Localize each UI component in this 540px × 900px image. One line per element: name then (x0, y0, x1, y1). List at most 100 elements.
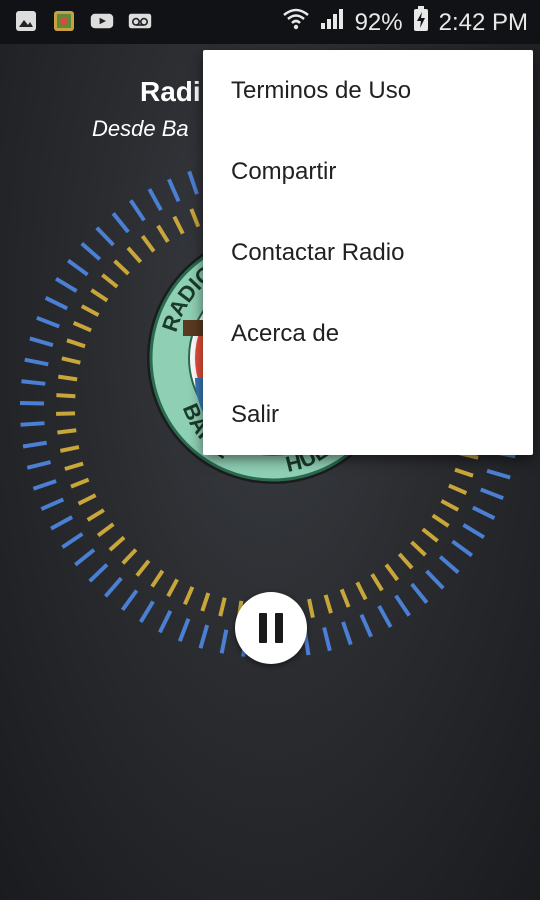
visualizer-bar (323, 594, 333, 614)
visualizer-bar (88, 563, 109, 583)
visualizer-bar (359, 613, 373, 638)
visualizer-bar (70, 477, 90, 489)
visualizer-bar (61, 356, 81, 365)
visualizer-bar (40, 497, 65, 511)
station-subtitle: Desde Ba (92, 116, 189, 141)
visualizer-bar (66, 338, 86, 349)
visualizer-bar (59, 445, 80, 453)
visualizer-bar (341, 621, 353, 646)
visualizer-bar (80, 304, 100, 317)
visualizer-bar (410, 582, 429, 604)
menu-item-terminos[interactable]: Terminos de Uso (203, 50, 533, 131)
visualizer-bar (166, 578, 179, 598)
visualizer-bar (448, 483, 468, 495)
visualizer-bar (103, 576, 123, 598)
visualizer-bar (121, 548, 138, 565)
visualizer-bar (187, 170, 199, 195)
visualizer-bar (120, 589, 139, 612)
visualizer-bar (200, 592, 211, 612)
menu-item-salir[interactable]: Salir (203, 374, 533, 455)
visualizer-bar (22, 440, 48, 449)
visualizer-bar (24, 357, 49, 367)
visualizer-bar (219, 629, 229, 654)
visualizer-bar (32, 479, 57, 491)
visualizer-bar (20, 421, 45, 427)
visualizer-bar (150, 569, 165, 588)
visualizer-bar (167, 178, 181, 203)
visualizer-bar (158, 609, 173, 634)
visualizer-bar (425, 569, 445, 590)
visualizer-bar (108, 535, 126, 552)
youtube-icon (90, 9, 114, 33)
signal-icon (319, 7, 345, 38)
pause-icon-bar (275, 613, 283, 643)
visualizer-bar (74, 548, 96, 567)
notification-icons (14, 9, 152, 33)
visualizer-bar (96, 522, 115, 538)
visualizer-bar (486, 468, 511, 480)
status-bar: 92% 2:42 PM (0, 0, 540, 44)
visualizer-bar (462, 523, 485, 540)
visualizer-bar (66, 258, 89, 277)
visualizer-bar (77, 493, 97, 506)
visualizer-bar (55, 276, 78, 293)
menu-item-compartir[interactable]: Compartir (203, 131, 533, 212)
visualizer-bar (44, 296, 69, 311)
battery-charging-icon (413, 6, 429, 39)
menu-item-acerca[interactable]: Acerca de (203, 293, 533, 374)
visualizer-bar (72, 321, 92, 333)
visualizer-bar (177, 618, 191, 642)
system-status: 92% 2:42 PM (282, 6, 528, 39)
visualizer-bar (138, 600, 155, 623)
visualizer-bar (129, 199, 146, 222)
battery-percent: 92% (354, 8, 403, 36)
visualizer-bar (90, 288, 109, 303)
wifi-icon (282, 7, 309, 38)
visualizer-bar (339, 588, 351, 608)
visualizer-bar (397, 552, 414, 570)
visualizer-bar (183, 586, 195, 606)
visualizer-bar (438, 555, 460, 575)
visualizer-bar (451, 539, 474, 558)
menu-item-contactar[interactable]: Contactar Radio (203, 212, 533, 293)
photo-app-icon (52, 9, 76, 33)
visualizer-bar (471, 505, 496, 520)
menu-item-label: Salir (231, 400, 280, 428)
visualizer-bar (370, 573, 384, 592)
visualizer-bar (198, 624, 210, 649)
visualizer-bar (454, 467, 474, 478)
visualizer-bar (189, 208, 201, 228)
visualizer-bar (61, 532, 84, 549)
menu-item-label: Contactar Radio (231, 238, 405, 266)
visualizer-bar (111, 212, 130, 234)
menu-item-label: Terminos de Uso (231, 76, 412, 104)
pause-button[interactable] (235, 592, 307, 664)
visualizer-bar (58, 374, 78, 382)
visualizer-bar (135, 559, 151, 577)
visualizer-bar (113, 259, 130, 276)
visualizer-bar (322, 626, 332, 652)
visualizer-bar (218, 597, 227, 617)
visualizer-bar (431, 513, 450, 528)
menu-item-label: Compartir (231, 157, 337, 185)
visualizer-bar (101, 273, 119, 289)
visualizer-bar (394, 594, 411, 617)
visualizer-bar (50, 515, 74, 531)
visualizer-bar (56, 411, 76, 416)
gallery-icon (14, 9, 38, 33)
visualizer-bar (480, 487, 504, 501)
pause-icon (259, 613, 267, 643)
visualizer-bar (95, 226, 115, 247)
visualizer-bar (26, 460, 52, 470)
visualizer-bar (29, 336, 54, 348)
visualizer-bar (64, 461, 84, 471)
visualizer-bar (384, 563, 400, 582)
visualizer-bar (307, 598, 315, 619)
menu-item-label: Acerca de (231, 319, 340, 347)
visualizer-bar (56, 393, 76, 399)
visualizer-bar (21, 379, 46, 386)
visualizer-bar (440, 499, 460, 512)
visualizer-bar (377, 604, 393, 628)
visualizer-bar (147, 188, 163, 212)
visualizer-bar (126, 246, 143, 264)
